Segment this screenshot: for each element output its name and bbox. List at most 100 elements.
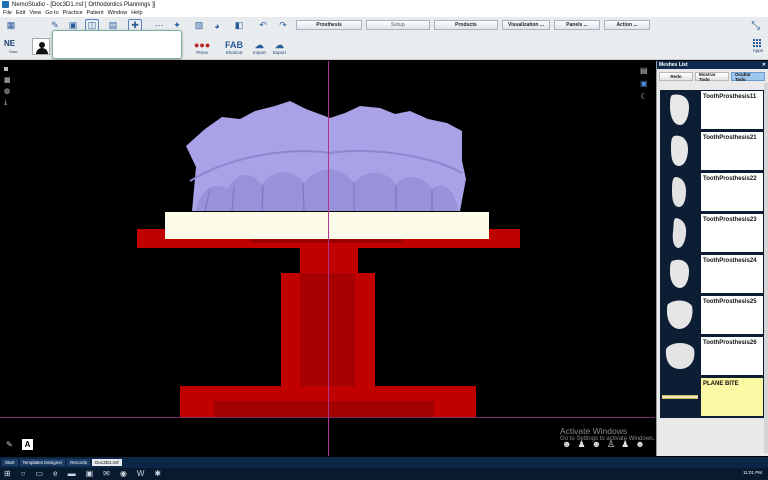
ne-start-label: Start (9, 49, 18, 54)
undo-icon[interactable]: ↶ (256, 19, 270, 32)
head-right-icon[interactable]: ☻ (592, 439, 601, 450)
view-cube-icon[interactable]: ▣ (640, 80, 648, 88)
title-bar: NemoStudio - [Doc3D1.nsf [ Orthodontics … (0, 0, 768, 9)
doc-tab-records[interactable]: Records (67, 459, 91, 466)
tooth-icon (660, 90, 700, 130)
press-tool[interactable]: ●●● Press (194, 41, 210, 56)
apps-grid-icon (753, 39, 762, 48)
tooth-icon (660, 213, 700, 253)
download-icon[interactable]: ⤓ (4, 99, 11, 106)
panel-header: Meshes List ✕ (657, 61, 768, 69)
vertical-guide (328, 61, 329, 456)
image-gallery-icon[interactable]: ▦ (4, 77, 11, 84)
bite-plate (165, 212, 489, 239)
hide-all-button[interactable]: Ocultar Todo (731, 72, 765, 82)
menu-practice[interactable]: Practice (63, 10, 83, 16)
patient-avatar[interactable] (32, 38, 50, 55)
redo-button[interactable]: Redo (659, 72, 693, 81)
mesh-label: ToothProsthesis26 (700, 336, 764, 376)
tab-action[interactable]: Action ... (604, 20, 650, 30)
pen-icon[interactable]: ✎ (6, 440, 13, 449)
moon-icon[interactable]: ☾ (640, 93, 647, 101)
taskbar-clock: 11:01 PM (743, 470, 762, 475)
layers-icon[interactable]: ▤ (640, 67, 648, 75)
task-view-icon[interactable]: ▭ (36, 470, 44, 478)
panel-close-icon[interactable]: ✕ (762, 62, 766, 68)
menu-help[interactable]: Help (131, 10, 142, 16)
press-label: Press (196, 50, 208, 55)
globe-icon[interactable]: ◍ (4, 88, 11, 95)
list-item[interactable]: PLANE BITE (660, 377, 764, 418)
camera-icon[interactable]: ◙ (4, 66, 11, 73)
list-item[interactable]: ToothProsthesis22 (660, 172, 764, 213)
list-item[interactable]: ToothProsthesis24 (660, 254, 764, 295)
menu-go-to[interactable]: Go to (45, 10, 58, 16)
folder-icon[interactable]: ▬ (68, 470, 76, 478)
import-tool[interactable]: ☁ Import (253, 40, 266, 56)
shortcut-tool[interactable]: FAB Shortcut (225, 41, 243, 56)
right-tool-column: ▤ ▣ ☾ (640, 67, 648, 101)
head-top-icon[interactable]: ♙ (607, 439, 615, 450)
cloud-upload-icon: ☁ (275, 40, 284, 50)
head-back-icon[interactable]: ☻ (635, 439, 644, 450)
list-item[interactable]: ToothProsthesis21 (660, 131, 764, 172)
edge-icon[interactable]: e (53, 470, 57, 478)
stand-base-shade (214, 401, 434, 417)
stand-neck (300, 248, 358, 273)
left-tool-column: ◙ ▦ ◍ ⤓ (4, 66, 11, 106)
search-icon[interactable]: ○ (21, 470, 26, 478)
word-icon[interactable]: W (137, 470, 145, 478)
avatar-body (36, 48, 48, 54)
import-label: Import (253, 50, 266, 55)
head-bottom-icon[interactable]: ♟ (621, 439, 629, 450)
window-title: NemoStudio - [Doc3D1.nsf [ Orthodontics … (12, 1, 156, 8)
mail-icon[interactable]: ✉ (103, 470, 110, 478)
doc-tab-templates[interactable]: Templates Designer (19, 459, 66, 466)
store-icon[interactable]: ▣ (86, 470, 94, 478)
browser-icon[interactable]: ◉ (120, 470, 127, 478)
panel-scrollbar[interactable] (764, 83, 768, 453)
show-all-button[interactable]: Mostrar Todo (695, 72, 729, 82)
head-front-icon[interactable]: ♟ (577, 439, 585, 450)
plane-icon (660, 377, 700, 417)
tab-panels[interactable]: Panels ... (554, 20, 600, 30)
doc-tab-doc3d1[interactable]: Doc3D1.nsf (92, 459, 122, 466)
mesh-label: ToothProsthesis22 (700, 172, 764, 212)
windows-start-icon[interactable]: ⊞ (4, 470, 11, 478)
apps-button[interactable]: Apps (753, 39, 763, 53)
doc-tab-start[interactable]: Start (2, 459, 18, 466)
menu-view[interactable]: View (29, 10, 41, 16)
image-icon[interactable]: ▨ (192, 19, 206, 32)
list-item[interactable]: ToothProsthesis11 (660, 90, 764, 131)
tab-setup[interactable]: Setup (366, 20, 430, 30)
tab-prosthesis[interactable]: Prosthesis (296, 20, 362, 30)
face-profile-icon[interactable]: ◕ (210, 19, 224, 32)
tooth-icon (660, 295, 700, 335)
tools-icon[interactable]: ▦ (4, 19, 18, 32)
menu-window[interactable]: Window (108, 10, 128, 16)
nemostudio-icon[interactable]: ✱ (154, 470, 161, 478)
menu-patient[interactable]: Patient (87, 10, 104, 16)
list-item[interactable]: ToothProsthesis23 (660, 213, 764, 254)
redo-icon[interactable]: ↷ (276, 19, 290, 32)
maximize-icon[interactable]: ⤡ (751, 20, 760, 33)
tab-visualization[interactable]: Visualization ... (502, 20, 550, 30)
shortcut-label: Shortcut (225, 50, 243, 55)
menu-edit[interactable]: Edit (16, 10, 25, 16)
ne-logo[interactable]: NE (4, 39, 15, 48)
list-item[interactable]: ToothProsthesis26 (660, 336, 764, 377)
apps-label: Apps (752, 48, 763, 53)
export-tool[interactable]: ☁ Export (273, 40, 286, 56)
3d-viewport[interactable]: ◙ ▦ ◍ ⤓ ▤ ▣ ☾ ✎ A Activate Windows Go to… (0, 61, 655, 456)
cloud-download-icon: ☁ (254, 40, 264, 50)
list-item[interactable]: ToothProsthesis25 (660, 295, 764, 336)
tooltip-popup (52, 30, 182, 59)
annotation-a-button[interactable]: A (22, 439, 33, 450)
head-left-icon[interactable]: ☻ (562, 439, 571, 450)
app-icon (2, 1, 9, 8)
layout-icon[interactable]: ◧ (232, 19, 246, 32)
watermark-title: Activate Windows (560, 426, 628, 436)
panel-button-row: Redo Mostrar Todo Ocultar Todo (657, 69, 768, 83)
menu-file[interactable]: File (3, 10, 12, 16)
tab-products[interactable]: Products (434, 20, 498, 30)
